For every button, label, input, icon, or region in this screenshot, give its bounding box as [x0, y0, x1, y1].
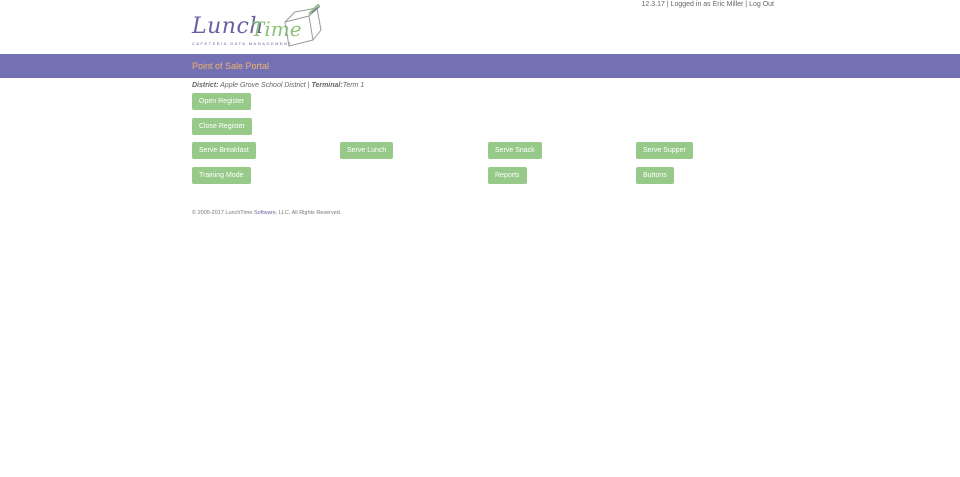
terminal-info: District: Apple Grove School District | …	[192, 82, 364, 89]
open-register-button[interactable]: Open Register	[192, 93, 252, 110]
user-status-bar: 12.3.17 | Logged in as Eric Miller | Log…	[560, 1, 774, 8]
version-number: 12.3.17	[641, 1, 665, 8]
page-title: Point of Sale Portal	[192, 61, 270, 71]
copyright-prefix: © 2005-2017 LunchTime	[192, 210, 253, 216]
buttons-button[interactable]: Buttons	[636, 167, 674, 184]
copyright-suffix: , LLC. All Rights Reserved.	[275, 210, 342, 216]
reports-button[interactable]: Reports	[488, 167, 527, 184]
serve-lunch-button[interactable]: Serve Lunch	[340, 142, 394, 159]
district-value: Apple Grove School District	[220, 82, 306, 89]
close-register-button[interactable]: Close Register	[192, 118, 252, 135]
logout-link[interactable]: Log Out	[749, 1, 774, 8]
copyright-footer: © 2005-2017 LunchTime Software, LLC. All…	[192, 210, 341, 216]
serve-supper-button[interactable]: Serve Supper	[636, 142, 693, 159]
district-label: District:	[192, 82, 219, 89]
portal-banner: Point of Sale Portal	[0, 54, 960, 78]
serve-snack-button[interactable]: Serve Snack	[488, 142, 542, 159]
logo-tagline: CAFETERIA DATA MANAGEMENT	[192, 41, 293, 46]
logged-in-text: Logged in as Eric Miller	[670, 1, 744, 8]
lunchtime-logo[interactable]: Lunch Time CAFETERIA DATA MANAGEMENT	[191, 4, 331, 48]
copyright-brand: Software	[253, 210, 276, 216]
training-mode-button[interactable]: Training Mode	[192, 167, 251, 184]
terminal-label: Terminal:	[311, 82, 343, 89]
terminal-value: Term 1	[342, 82, 365, 89]
serve-breakfast-button[interactable]: Serve Breakfast	[192, 142, 256, 159]
lunchbox-icon	[284, 4, 322, 47]
